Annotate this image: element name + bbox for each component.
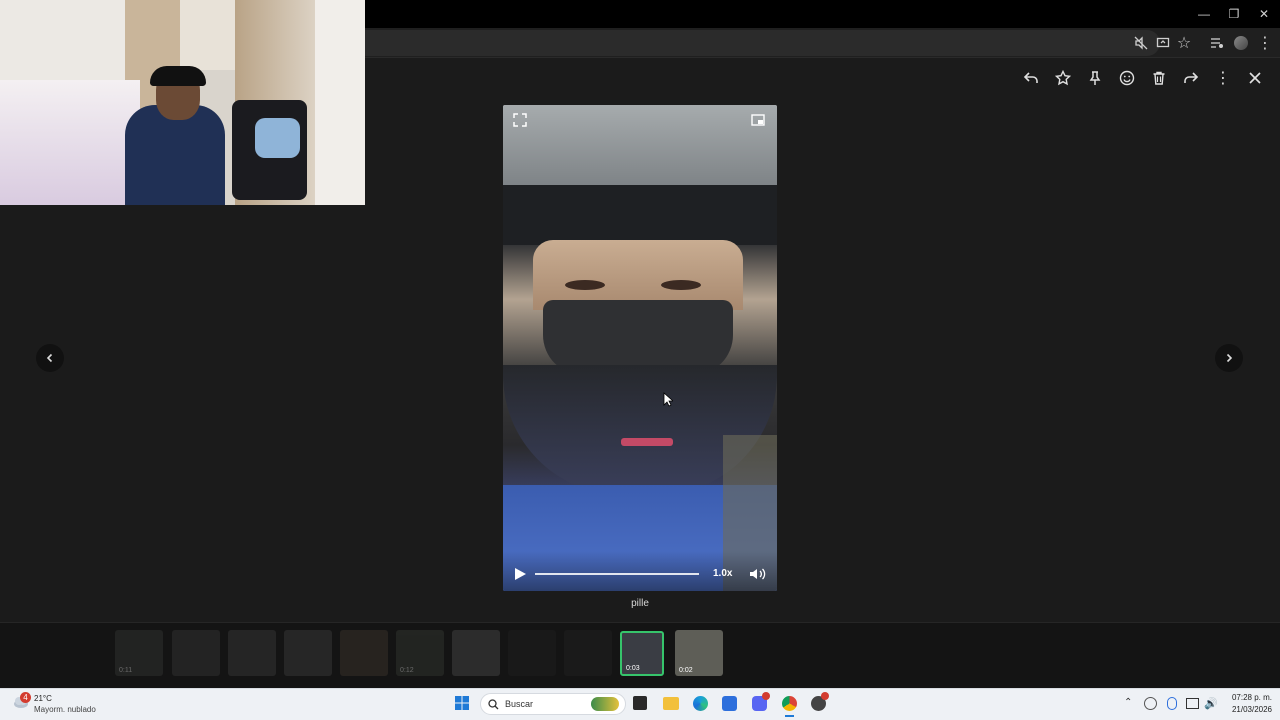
thumbnail-item[interactable] xyxy=(340,630,388,676)
next-media-button[interactable] xyxy=(1215,344,1243,372)
more-options-icon[interactable]: ⋮ xyxy=(1211,66,1235,90)
thumbnail-item[interactable] xyxy=(284,630,332,676)
forward-icon[interactable] xyxy=(1179,66,1203,90)
close-viewer-icon[interactable] xyxy=(1243,66,1267,90)
weather-condition[interactable]: Mayorm. nublado xyxy=(34,705,96,714)
previous-media-button[interactable] xyxy=(36,344,64,372)
webcam-person xyxy=(125,105,225,205)
search-placeholder: Buscar xyxy=(505,699,534,709)
mute-site-icon[interactable] xyxy=(1131,33,1151,53)
task-view-icon[interactable] xyxy=(633,696,647,710)
search-highlight-icon xyxy=(591,697,619,711)
speaker-icon[interactable]: 🔊 xyxy=(1204,697,1218,710)
close-window-icon[interactable]: ✕ xyxy=(1248,0,1280,28)
search-icon xyxy=(488,699,499,710)
browser-menu-icon[interactable]: ⋮ xyxy=(1255,33,1275,53)
file-explorer-icon[interactable] xyxy=(663,697,679,710)
thumbnail-item[interactable]: 0:11 xyxy=(115,630,163,676)
windows-logo-icon xyxy=(455,696,469,710)
chrome-active-indicator xyxy=(785,715,794,717)
webcam-bed xyxy=(0,80,140,205)
delete-icon[interactable] xyxy=(1147,66,1171,90)
bookmark-star-icon[interactable]: ☆ xyxy=(1174,33,1194,53)
taskbar-search-box[interactable]: Buscar xyxy=(480,693,626,715)
thumbnail-duration: 0:02 xyxy=(679,667,693,674)
edge-icon[interactable] xyxy=(693,696,708,711)
onedrive-icon[interactable] xyxy=(1144,697,1157,710)
thumbnail-duration: 0:12 xyxy=(400,667,414,674)
cast-icon[interactable] xyxy=(1153,33,1173,53)
star-icon[interactable] xyxy=(1051,66,1075,90)
profile-avatar-icon[interactable] xyxy=(1231,33,1251,53)
thumbnail-item[interactable] xyxy=(564,630,612,676)
start-button[interactable] xyxy=(454,695,472,713)
weather-badge: 4 xyxy=(20,692,31,703)
store-icon[interactable] xyxy=(722,696,737,711)
thumbnail-duration: 0:11 xyxy=(119,667,133,674)
webcam-shelf xyxy=(180,0,235,70)
thumbnail-item[interactable]: 0:12 xyxy=(396,630,444,676)
thumbnail-item[interactable] xyxy=(172,630,220,676)
chrome-icon[interactable] xyxy=(782,696,797,711)
mouse-cursor xyxy=(663,392,675,408)
tray-overflow-icon[interactable]: ⌃ xyxy=(1124,697,1132,708)
webcam-overlay xyxy=(0,0,365,205)
clock-time[interactable]: 07:28 p. m. xyxy=(1222,693,1272,702)
clock-date[interactable]: 21/03/2026 xyxy=(1222,705,1272,714)
weather-temperature[interactable]: 21°C xyxy=(34,694,52,703)
thumbnail-item[interactable] xyxy=(228,630,276,676)
minimize-icon[interactable]: — xyxy=(1188,0,1220,28)
picture-in-picture-icon[interactable] xyxy=(751,113,767,129)
video-progress-bar[interactable] xyxy=(535,573,699,575)
obs-badge xyxy=(821,692,829,700)
thumbnail-item[interactable]: 0:02 xyxy=(675,630,723,676)
address-bar[interactable] xyxy=(365,30,1160,56)
emoji-react-icon[interactable] xyxy=(1115,66,1139,90)
play-icon xyxy=(515,568,526,580)
volume-icon[interactable] xyxy=(749,567,769,581)
webcam-headphones xyxy=(150,66,206,86)
reply-icon[interactable] xyxy=(1019,66,1043,90)
discord-badge xyxy=(762,692,770,700)
restore-icon[interactable]: ❐ xyxy=(1218,0,1250,28)
playback-speed[interactable]: 1.0x xyxy=(713,568,743,580)
thumbnail-item[interactable] xyxy=(452,630,500,676)
pin-icon[interactable] xyxy=(1083,66,1107,90)
fullscreen-icon[interactable] xyxy=(513,113,529,129)
play-button[interactable] xyxy=(513,567,527,581)
microphone-icon[interactable] xyxy=(1167,697,1177,710)
media-control-icon[interactable] xyxy=(1207,33,1227,53)
chevron-left-icon xyxy=(46,353,53,363)
video-player[interactable]: 1.0x xyxy=(503,105,777,591)
thumbnail-item[interactable]: 0:03 xyxy=(620,631,664,676)
thumbnail-item[interactable] xyxy=(508,630,556,676)
video-frame-mask xyxy=(543,300,733,375)
network-icon[interactable] xyxy=(1186,698,1199,709)
thumbnail-duration: 0:03 xyxy=(626,665,640,672)
media-caption: pille xyxy=(631,598,649,609)
chevron-right-icon xyxy=(1226,353,1233,363)
